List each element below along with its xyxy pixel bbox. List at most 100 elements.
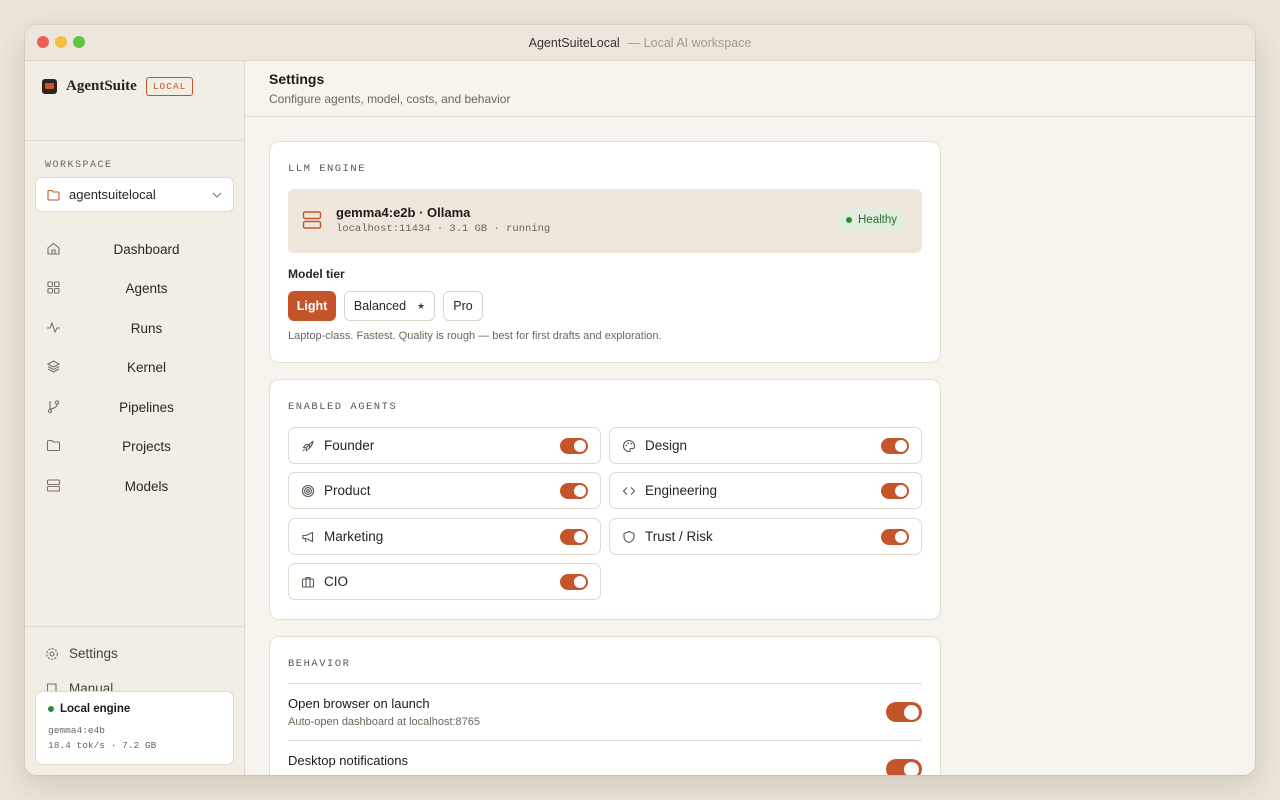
nav-label: Models [124, 478, 169, 494]
nav-label: Kernel [126, 359, 167, 375]
agent-toggle[interactable] [560, 528, 588, 545]
code-icon [622, 484, 636, 498]
server-icon [302, 210, 322, 230]
target-icon [301, 484, 315, 498]
minimize-window-button[interactable] [55, 36, 67, 48]
nav-item-models[interactable]: Models [35, 470, 234, 502]
agent-label: Marketing [324, 529, 384, 544]
agent-tile-design[interactable]: Design [609, 427, 922, 464]
agent-toggle[interactable] [560, 573, 588, 590]
agent-toggle[interactable] [560, 482, 588, 499]
server-icon [46, 478, 61, 493]
brand: AgentSuite LOCAL [42, 77, 194, 96]
chevron-down-icon [212, 192, 222, 198]
agent-tile-marketing[interactable]: Marketing [288, 518, 601, 555]
behavior-title: Desktop notifications [288, 753, 408, 768]
status-badge-label: Healthy [858, 214, 897, 226]
workspace-select[interactable]: agentsuitelocal [35, 177, 234, 212]
window-title: AgentSuiteLocal [528, 35, 620, 50]
local-engine-card: Local engine gemma4:e4b 18.4 tok/s · 7.2… [35, 691, 234, 765]
nav-item-projects[interactable]: Projects [35, 430, 234, 462]
agent-toggle[interactable] [881, 528, 909, 545]
agent-label: Product [324, 483, 371, 498]
agent-toggle[interactable] [881, 482, 909, 499]
open-browser-toggle[interactable] [886, 702, 922, 722]
agent-tile-founder[interactable]: Founder [288, 427, 601, 464]
title-bar: AgentSuiteLocal — Local AI workspace [25, 25, 1255, 61]
enabled-agents-card: ENABLED AGENTS Founder Design Product En… [269, 379, 941, 620]
workspace-label: WORKSPACE [45, 160, 113, 171]
engine-status-row: gemma4:e2b · Ollama localhost:11434 · 3.… [288, 189, 922, 253]
agent-label: Design [645, 438, 688, 453]
desktop-notifications-toggle[interactable] [886, 759, 922, 775]
agent-tile-trust-risk[interactable]: Trust / Risk [609, 518, 922, 555]
llm-engine-card: LLM ENGINE gemma4:e2b · Ollama localhost… [269, 141, 941, 363]
main-content: Settings Configure agents, model, costs,… [245, 61, 1255, 775]
window-subtitle: — Local AI workspace [627, 35, 752, 50]
behavior-card: BEHAVIOR Open browser on launch Auto-ope… [269, 636, 941, 775]
status-badge: Healthy [837, 209, 906, 231]
section-label: ENABLED AGENTS [288, 401, 398, 413]
rocket-icon [301, 439, 315, 453]
layers-icon [46, 359, 61, 374]
agent-tile-engineering[interactable]: Engineering [609, 472, 922, 509]
agent-toggle[interactable] [560, 437, 588, 454]
brand-logo-icon [42, 79, 57, 94]
shield-icon [622, 530, 636, 544]
sidebar-settings-link[interactable]: Settings [45, 646, 118, 661]
tier-pro-button[interactable]: Pro [443, 291, 483, 321]
brand-name: AgentSuite [66, 78, 137, 94]
agent-tile-product[interactable]: Product [288, 472, 601, 509]
agent-toggle[interactable] [881, 437, 909, 454]
git-branch-icon [46, 399, 61, 414]
settings-label: Settings [69, 646, 118, 661]
agent-label: Founder [324, 438, 375, 453]
star-icon: ★ [417, 300, 426, 311]
section-label: BEHAVIOR [288, 658, 351, 670]
nav-item-dashboard[interactable]: Dashboard [35, 233, 234, 265]
page-title: Settings [269, 71, 325, 87]
agent-label: Engineering [645, 483, 718, 498]
engine-meta: localhost:11434 · 3.1 GB · running [336, 223, 551, 235]
close-window-button[interactable] [37, 36, 49, 48]
behavior-subtitle: Auto-open dashboard at localhost:8765 [288, 716, 481, 728]
sidebar-divider [25, 140, 244, 141]
behavior-row-desktop-notifications: Desktop notifications [288, 740, 922, 775]
window-controls [37, 36, 85, 48]
nav-label: Dashboard [113, 241, 180, 257]
megaphone-icon [301, 530, 315, 544]
behavior-row-open-browser: Open browser on launch Auto-open dashboa… [288, 683, 922, 740]
nav-label: Runs [130, 320, 163, 336]
nav-item-pipelines[interactable]: Pipelines [35, 391, 234, 423]
tier-balanced-button[interactable]: Balanced ★ [344, 291, 435, 321]
section-label: LLM ENGINE [288, 163, 367, 175]
engine-model: gemma4:e4b [48, 725, 106, 736]
nav-label: Projects [122, 438, 171, 454]
tier-label: Balanced [353, 299, 407, 313]
agent-tile-cio[interactable]: CIO [288, 563, 601, 600]
engine-name: gemma4:e2b · Ollama [336, 205, 471, 220]
status-dot-icon [846, 217, 852, 223]
palette-icon [622, 439, 636, 453]
zoom-window-button[interactable] [73, 36, 85, 48]
status-dot-icon [48, 706, 54, 712]
tier-label: Light [296, 299, 328, 313]
page-header: Settings Configure agents, model, costs,… [245, 61, 1255, 117]
nav-label: Pipelines [119, 399, 174, 415]
gear-icon [45, 647, 59, 661]
sidebar-divider [25, 626, 244, 627]
page-subtitle: Configure agents, model, costs, and beha… [269, 92, 511, 106]
nav-label: Agents [125, 280, 168, 296]
behavior-title: Open browser on launch [288, 696, 430, 711]
model-tier-label: Model tier [288, 267, 345, 281]
briefcase-icon [301, 575, 315, 589]
nav-item-agents[interactable]: Agents [35, 272, 234, 304]
engine-stats: 18.4 tok/s · 7.2 GB [48, 740, 157, 751]
grid-icon [46, 280, 61, 295]
nav-item-kernel[interactable]: Kernel [35, 351, 234, 383]
engine-card-title: Local engine [60, 703, 131, 715]
tier-light-button[interactable]: Light [288, 291, 336, 321]
engine-card-header: Local engine [48, 703, 221, 715]
nav-item-runs[interactable]: Runs [35, 312, 234, 344]
folder-icon [47, 189, 60, 201]
